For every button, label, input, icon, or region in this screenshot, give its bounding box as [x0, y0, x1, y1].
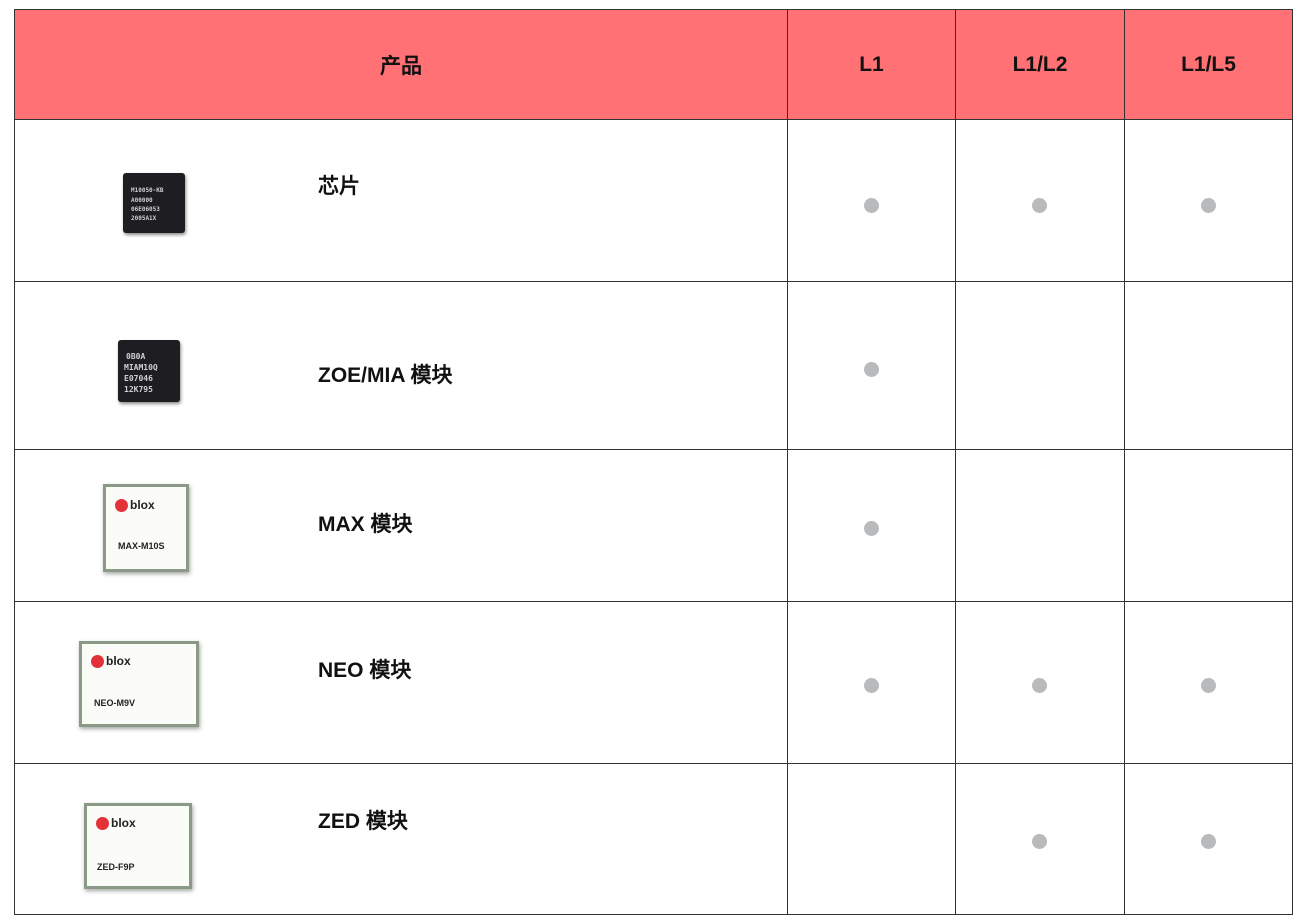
- table-row: blox ZED-F9P ZED 模块: [14, 763, 1293, 915]
- l1l2-cell: [955, 601, 1125, 764]
- l1-cell: [787, 601, 956, 764]
- support-dot-icon: [1032, 678, 1047, 693]
- table-row: blox NEO-M9V NEO 模块: [14, 601, 1293, 764]
- l1l5-cell: [1124, 119, 1293, 282]
- l1-cell: [787, 449, 956, 602]
- module-brand: blox: [111, 816, 136, 830]
- product-name: NEO 模块: [318, 659, 412, 682]
- support-dot-icon: [1200, 678, 1216, 693]
- chip-marking-4: 12K795: [124, 385, 153, 394]
- support-dot-icon: [1032, 834, 1047, 849]
- support-dot-icon: [1200, 198, 1216, 213]
- product-table: 产品 L1 L1/L2 L1/L5 M10050-KB A00000 06E06…: [14, 9, 1293, 915]
- product-name: ZED 模块: [318, 810, 408, 833]
- l1-cell: [787, 281, 956, 450]
- support-dot-icon: [863, 678, 879, 693]
- chip-marking-3: 06E06053: [131, 206, 160, 213]
- support-dot-icon: [1032, 198, 1047, 213]
- product-name: MAX 模块: [318, 513, 413, 536]
- l1l2-cell: [955, 119, 1125, 282]
- header-l1l2: L1/L2: [955, 9, 1125, 120]
- product-cell: blox NEO-M9V NEO 模块: [14, 601, 788, 764]
- product-cell: M10050-KB A00000 06E06053 2005A1X 芯片: [14, 119, 788, 282]
- l1l5-cell: [1124, 449, 1293, 602]
- table-row: blox MAX-M10S MAX 模块: [14, 449, 1293, 602]
- l1l2-cell: [955, 281, 1125, 450]
- l1-cell: [787, 763, 956, 915]
- chip-marking-2: A00000: [131, 197, 153, 204]
- module-brand: blox: [106, 654, 131, 668]
- product-name: 芯片: [318, 175, 360, 198]
- chip-marking-1: 0B0A: [126, 352, 146, 361]
- table-row: M10050-KB A00000 06E06053 2005A1X 芯片: [14, 119, 1293, 282]
- header-l1: L1: [787, 9, 956, 120]
- module-part-number: NEO-M9V: [94, 698, 136, 708]
- module-image: blox ZED-F9P: [84, 803, 192, 889]
- chip-image: M10050-KB A00000 06E06053 2005A1X: [123, 173, 185, 233]
- support-dot-icon: [863, 198, 879, 213]
- product-cell: 0B0A MIAM10Q E07046 12K795 ZOE/MIA 模块: [14, 281, 788, 450]
- l1l5-cell: [1124, 763, 1293, 915]
- module-image: blox MAX-M10S: [103, 484, 189, 572]
- support-dot-icon: [863, 521, 879, 536]
- support-dot-icon: [863, 362, 879, 377]
- l1l2-cell: [955, 449, 1125, 602]
- chip-marking-1: M10050-KB: [131, 187, 164, 194]
- header-row: 产品 L1 L1/L2 L1/L5: [14, 9, 1293, 120]
- module-part-number: ZED-F9P: [97, 862, 135, 872]
- chip-marking-4: 2005A1X: [131, 215, 157, 222]
- l1l2-cell: [955, 763, 1125, 915]
- module-image: blox NEO-M9V: [79, 641, 199, 727]
- chip-image: 0B0A MIAM10Q E07046 12K795: [118, 340, 180, 402]
- header-l1l5: L1/L5: [1124, 9, 1293, 120]
- table-row: 0B0A MIAM10Q E07046 12K795 ZOE/MIA 模块: [14, 281, 1293, 450]
- header-product: 产品: [14, 9, 788, 120]
- module-brand: blox: [130, 498, 155, 512]
- chip-marking-2: MIAM10Q: [124, 363, 158, 372]
- l1-cell: [787, 119, 956, 282]
- l1l5-cell: [1124, 281, 1293, 450]
- product-cell: blox ZED-F9P ZED 模块: [14, 763, 788, 915]
- l1l5-cell: [1124, 601, 1293, 764]
- product-name: ZOE/MIA 模块: [318, 364, 453, 387]
- module-part-number: MAX-M10S: [118, 541, 165, 551]
- ublox-logo-icon: [115, 499, 128, 512]
- chip-marking-3: E07046: [124, 374, 153, 383]
- product-cell: blox MAX-M10S MAX 模块: [14, 449, 788, 602]
- support-dot-icon: [1200, 834, 1216, 849]
- ublox-logo-icon: [96, 817, 109, 830]
- ublox-logo-icon: [91, 655, 104, 668]
